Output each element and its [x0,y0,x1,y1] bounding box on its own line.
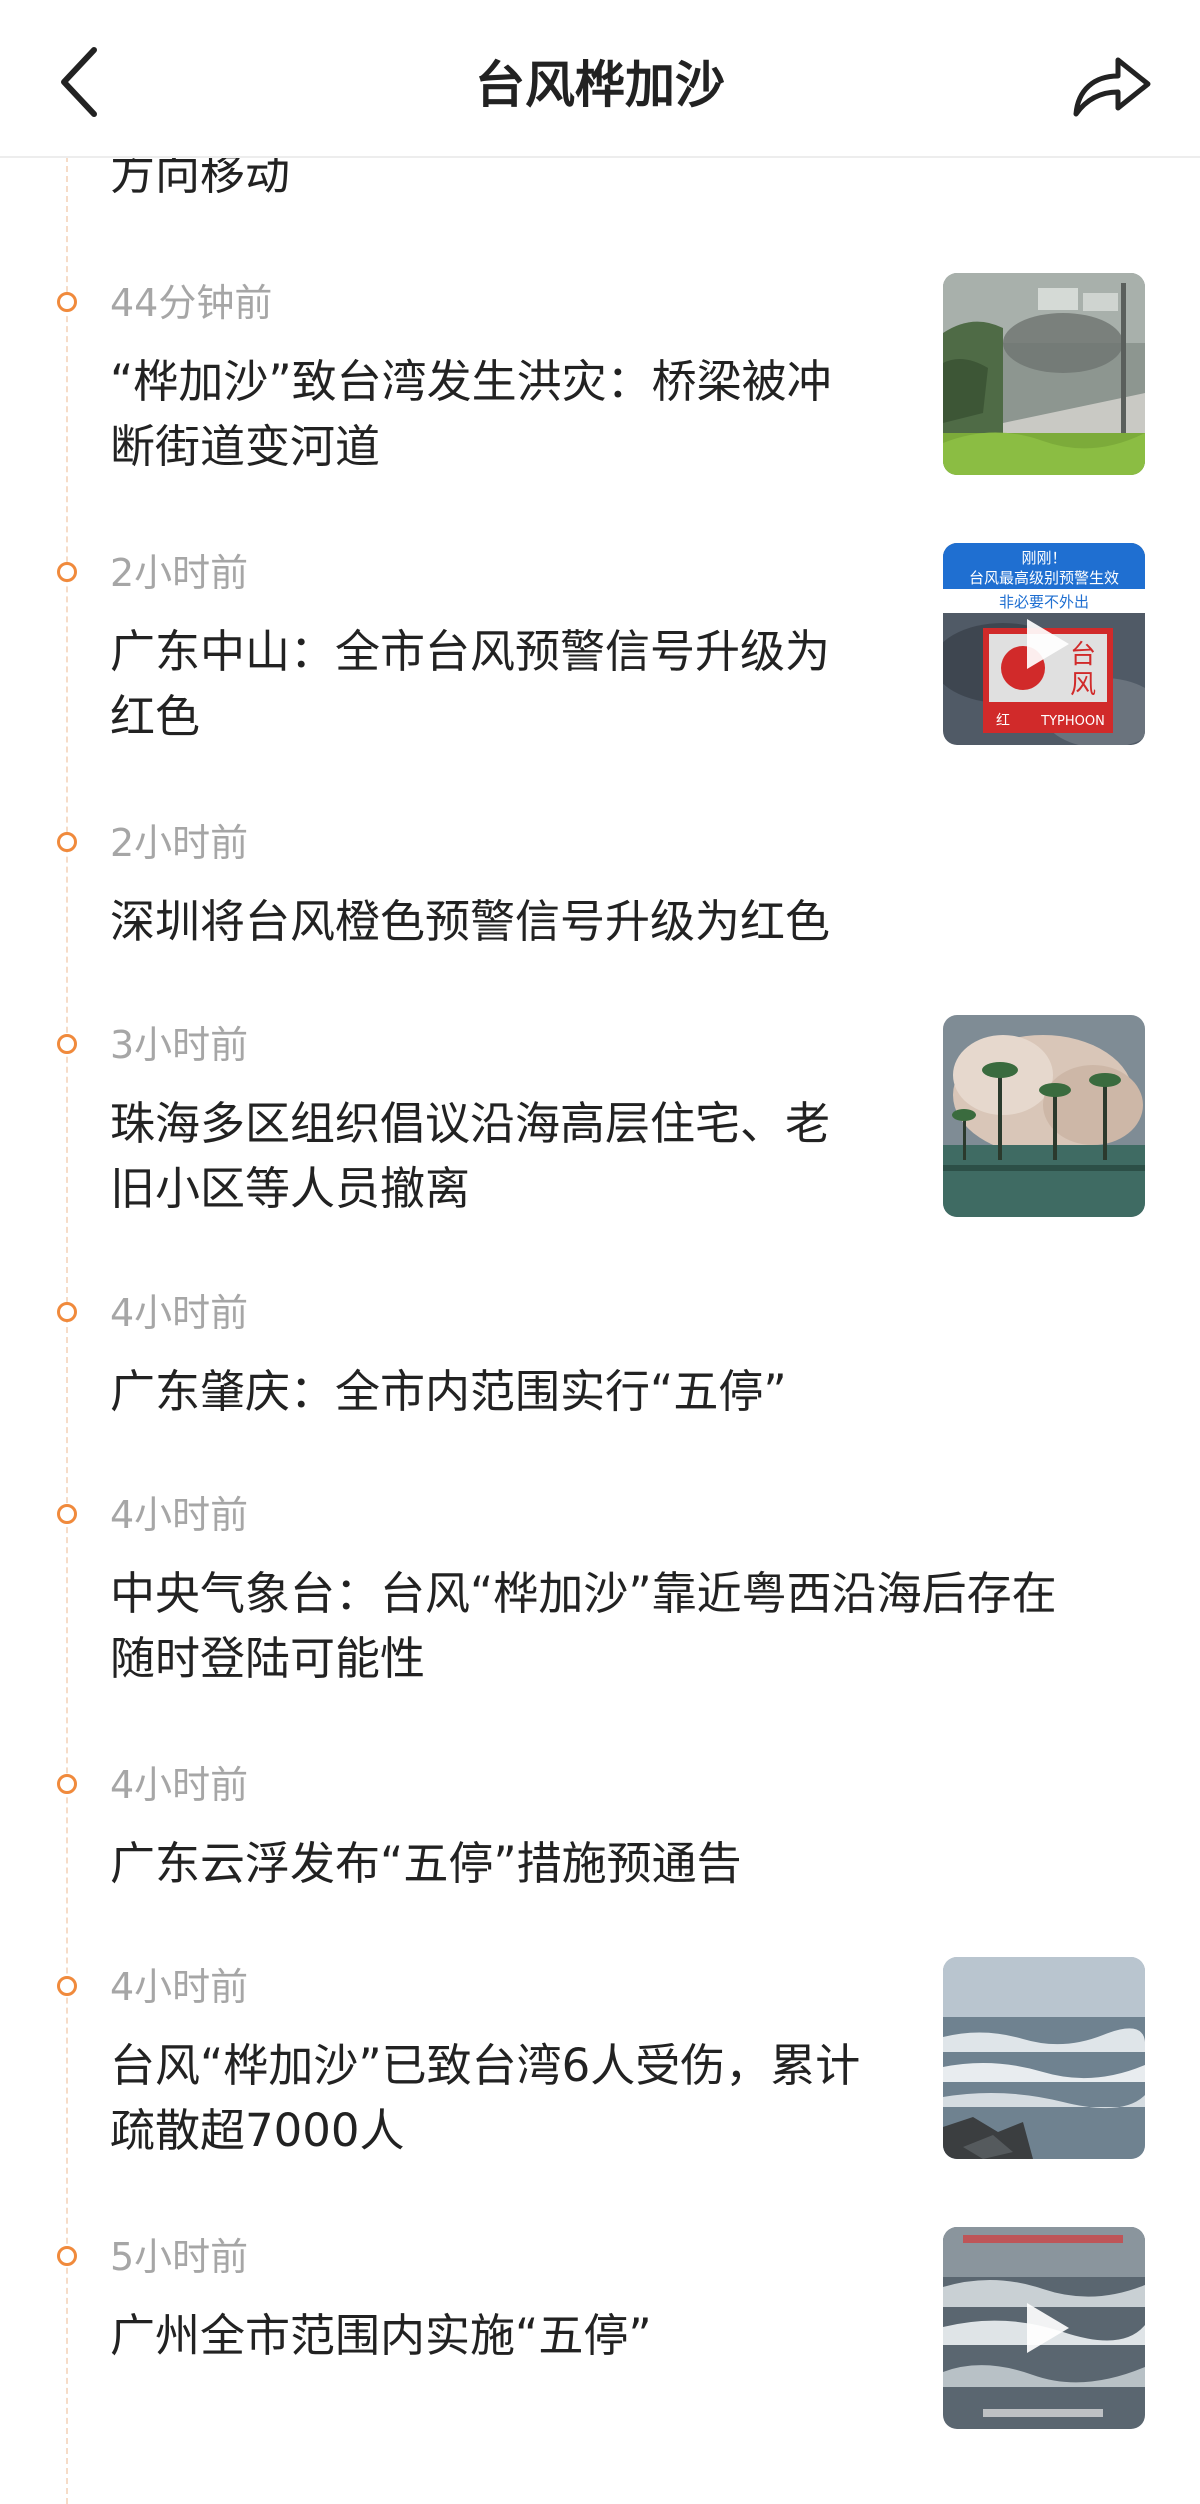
news-item[interactable]: 3小时前 珠海多区组织倡议沿海高层住宅、老 旧小区等人员撤离 [0,1012,1200,1252]
news-thumbnail[interactable] [943,1957,1145,2159]
news-time: 4小时前 [110,1965,249,2009]
timeline-dot [57,292,77,312]
news-title-line: 广东中山：全市台风预警信号升级为 [110,625,831,678]
timeline-dot [57,1976,77,1996]
top-nav-bar: 台风桦加沙 [0,0,1200,158]
timeline-dot [57,832,77,852]
news-item[interactable]: 4小时前 中央气象台：台风“桦加沙”靠近粤西沿海后存在 随时登陆可能性 [0,1482,1200,1702]
flood-road-photo [943,273,1145,475]
play-icon [1027,619,1069,669]
news-video-thumbnail[interactable]: 刚刚！ 台风最高级别预警生效 非必要不外出 台 风 红 TYPHOON [943,543,1145,745]
timeline-dot [57,1302,77,1322]
news-time: 2小时前 [110,551,249,595]
news-video-thumbnail[interactable] [943,2227,1145,2429]
news-title-line: 广东云浮发布“五停”措施预通告 [110,1837,742,1890]
news-item[interactable]: 44分钟前 “桦加沙”致台湾发生洪灾：桥梁被冲 断街道变河道 [0,270,1200,510]
news-title-line: 疏散超7000人 [110,2104,405,2157]
news-title-line: 旧小区等人员撤离 [110,1162,471,1215]
news-item[interactable]: 2小时前 广东中山：全市台风预警信号升级为 红色 刚刚！ 台风最高级别预警生效 … [0,540,1200,780]
news-title-line: 台风“桦加沙”已致台湾6人受伤，累计 [110,2039,861,2092]
news-item[interactable]: 4小时前 台风“桦加沙”已致台湾6人受伤，累计 疏散超7000人 [0,1954,1200,2194]
news-time: 5小时前 [110,2235,249,2279]
news-item[interactable]: 2小时前 深圳将台风橙色预警信号升级为红色 [0,810,1200,950]
timeline-dot [57,562,77,582]
rough-sea-photo [943,1957,1145,2159]
waves-palm-trees-photo [943,1015,1145,1217]
news-title-line: 深圳将台风橙色预警信号升级为红色 [110,895,831,948]
share-arrow-icon [1073,57,1151,117]
news-time: 4小时前 [110,1291,249,1335]
timeline-dot [57,1774,77,1794]
page-title: 台风桦加沙 [475,56,725,114]
thumb-sign-en: TYPHOON [1040,714,1105,729]
timeline-dot [57,1034,77,1054]
news-item[interactable]: 4小时前 广东肇庆：全市内范围实行“五停” [0,1280,1200,1420]
news-time: 2小时前 [110,821,249,865]
news-time: 4小时前 [110,1493,249,1537]
share-button[interactable] [1068,44,1158,124]
news-title-line: 广东肇庆：全市内范围实行“五停” [110,1365,787,1418]
news-time: 4小时前 [110,1763,249,1807]
thumb-text-line1: 刚刚！ [1021,549,1066,567]
news-title-line: 随时登陆可能性 [110,1632,426,1685]
news-timeline-page: 台风桦加沙 方向移动 44分钟前 “桦加沙”致台湾发生洪灾：桥梁被冲 断街道变河… [0,0,1200,2504]
news-title-line: 断街道变河道 [110,420,381,473]
news-item[interactable]: 5小时前 广州全市范围内实施“五停” [0,2224,1200,2464]
news-time: 3小时前 [110,1023,249,1067]
news-time: 44分钟前 [110,281,273,325]
news-item[interactable]: 4小时前 广东云浮发布“五停”措施预通告 [0,1752,1200,1892]
news-title-line: 广州全市范围内实施“五停” [110,2309,652,2362]
news-title-line: 珠海多区组织倡议沿海高层住宅、老 [110,1097,831,1150]
thumb-sign-red: 红 [996,713,1010,729]
play-icon [1027,2303,1069,2353]
chevron-left-icon [61,47,97,117]
news-title-line: 红色 [110,690,201,743]
timeline-dot [57,1504,77,1524]
thumb-text-line2: 台风最高级别预警生效 [969,569,1119,587]
timeline-dot [57,2246,77,2266]
news-title-line: 中央气象台：台风“桦加沙”靠近粤西沿海后存在 [110,1567,1057,1620]
news-thumbnail[interactable] [943,1015,1145,1217]
news-title-line: “桦加沙”致台湾发生洪灾：桥梁被冲 [110,355,832,408]
news-thumbnail[interactable] [943,273,1145,475]
back-button[interactable] [50,40,120,120]
